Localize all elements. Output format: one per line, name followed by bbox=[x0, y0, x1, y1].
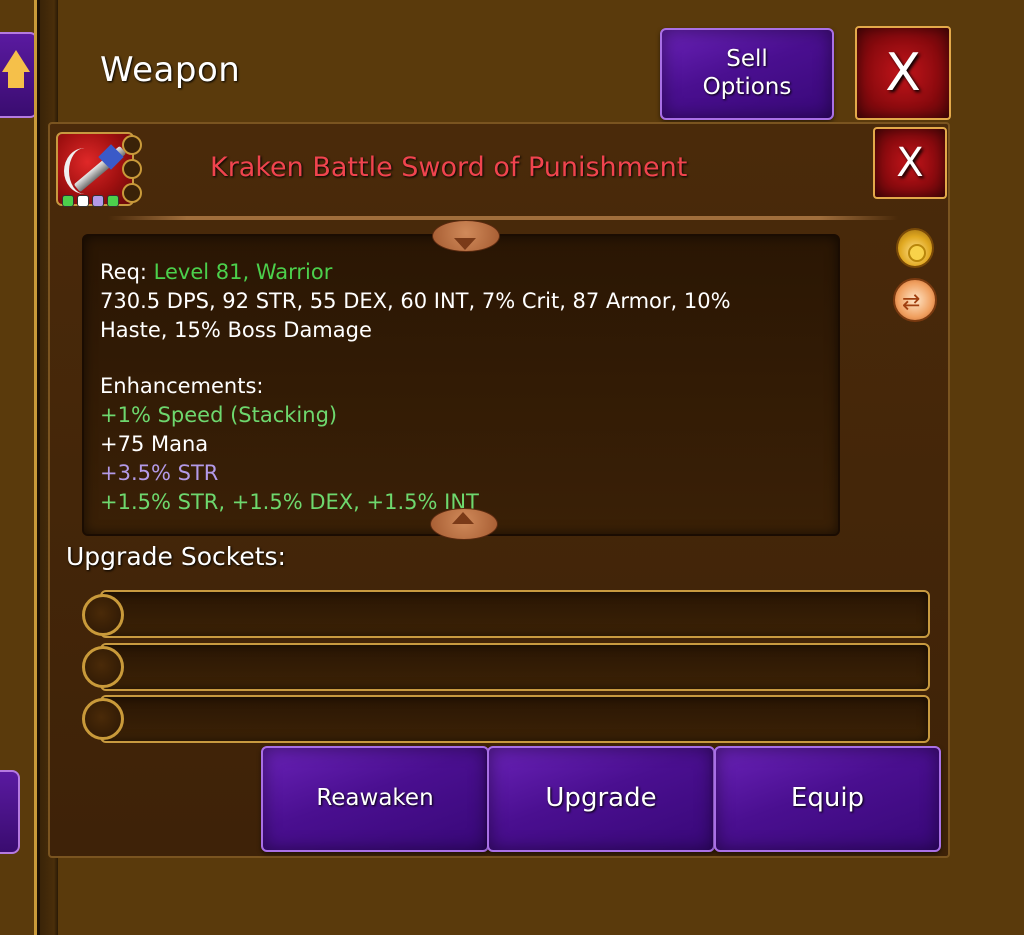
enhancement-line: +1.5% STR, +1.5% DEX, +1.5% INT bbox=[100, 490, 479, 514]
quality-pip bbox=[62, 195, 74, 207]
socket-icon bbox=[82, 594, 124, 636]
enhancement-line: +1% Speed (Stacking) bbox=[100, 403, 338, 427]
chevron-up-icon bbox=[452, 512, 474, 524]
stats-line: Haste, 15% Boss Damage bbox=[100, 318, 372, 342]
page-title: Weapon bbox=[100, 50, 241, 90]
quality-pip bbox=[92, 195, 104, 207]
coin-icon bbox=[908, 244, 926, 262]
upgrade-socket-slot[interactable] bbox=[100, 590, 930, 638]
socket-indicator bbox=[122, 159, 142, 179]
req-separator: , bbox=[242, 260, 256, 284]
upgrade-button[interactable]: Upgrade bbox=[487, 746, 715, 852]
quality-pip bbox=[107, 195, 119, 207]
item-name: Kraken Battle Sword of Punishment bbox=[210, 152, 688, 183]
scroll-up-arrow-button[interactable] bbox=[0, 32, 38, 118]
quality-pip bbox=[77, 195, 89, 207]
enhancement-line: +75 Mana bbox=[100, 432, 209, 456]
item-quality-pips bbox=[62, 195, 119, 207]
swap-arrows-icon: ⇄ bbox=[902, 290, 921, 315]
item-socket-indicators bbox=[122, 135, 142, 203]
enhancement-line: +3.5% STR bbox=[100, 461, 219, 485]
enhancements-heading: Enhancements: bbox=[100, 374, 264, 398]
req-level: Level 81 bbox=[153, 260, 243, 284]
req-prefix: Req: bbox=[100, 260, 154, 284]
stats-line: 730.5 DPS, 92 STR, 55 DEX, 60 INT, 7% Cr… bbox=[100, 289, 731, 313]
upgrade-sockets-label: Upgrade Sockets: bbox=[66, 542, 286, 571]
divider-edge bbox=[34, 0, 37, 935]
socket-icon bbox=[82, 646, 124, 688]
divider bbox=[108, 216, 898, 220]
reawaken-button[interactable]: Reawaken bbox=[261, 746, 489, 852]
socket-indicator bbox=[122, 183, 142, 203]
requirement-line: Req: Level 81, Warrior bbox=[100, 260, 332, 284]
equip-button[interactable]: Equip bbox=[714, 746, 941, 852]
up-arrow-icon bbox=[2, 50, 30, 72]
req-class: Warrior bbox=[255, 260, 333, 284]
socket-icon bbox=[82, 698, 124, 740]
chevron-down-icon bbox=[454, 238, 476, 250]
sell-options-button[interactable]: Sell Options bbox=[660, 28, 834, 120]
close-window-button[interactable]: X bbox=[855, 26, 951, 120]
upgrade-socket-slot[interactable] bbox=[100, 643, 930, 691]
side-tab-button[interactable] bbox=[0, 770, 20, 854]
upgrade-socket-slot[interactable] bbox=[100, 695, 930, 743]
close-item-button[interactable]: X bbox=[873, 127, 947, 199]
socket-indicator bbox=[122, 135, 142, 155]
